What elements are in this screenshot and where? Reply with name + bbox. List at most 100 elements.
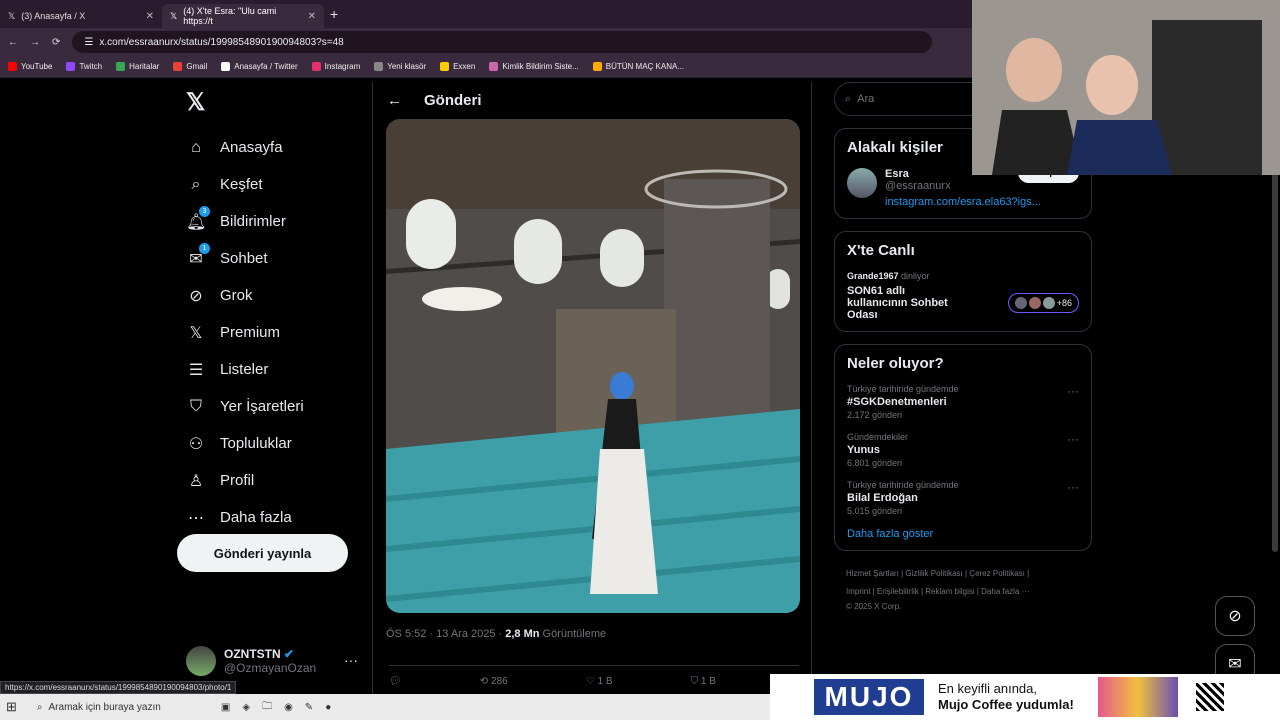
sidebar-item-profile[interactable]: ♙ Profil: [176, 462, 366, 499]
chat-badge: 1: [199, 242, 210, 254]
task-view-icon[interactable]: ▣: [221, 702, 230, 713]
close-icon[interactable]: ✕: [146, 11, 154, 22]
list-icon: ☰: [188, 361, 204, 379]
file-explorer-icon[interactable]: 🗀: [262, 699, 272, 716]
notification-badge: 3: [199, 205, 210, 217]
grok-button[interactable]: ⊘: [1215, 596, 1255, 636]
footer-links: Hizmet Şartları | Gizlilik Politikası | …: [846, 569, 1030, 611]
bookmark-mac[interactable]: BÜTÜN MAÇ KANA...: [592, 62, 684, 71]
x-icon: 𝕏: [189, 324, 203, 342]
page-title: Gönderi: [424, 91, 482, 109]
grok-icon: ⊘: [1228, 608, 1242, 625]
back-arrow-icon[interactable]: ←: [387, 92, 402, 109]
chrome-icon[interactable]: ◉: [284, 702, 293, 713]
sidebar-item-chat[interactable]: ✉ 1 Sohbet: [176, 240, 366, 277]
taskbar-search[interactable]: ⌕ Aramak için buraya yazın: [29, 697, 209, 717]
like-button[interactable]: ♡ 1 B: [586, 676, 613, 687]
account-switcher[interactable]: OZNTSTN ✔ @OzmayanOzan ···: [186, 646, 358, 676]
search-icon: ⌕: [845, 92, 852, 105]
more-icon[interactable]: ···: [1067, 432, 1079, 446]
tab-home[interactable]: 𝕏 (3) Anasayfa / X ✕: [0, 4, 162, 28]
bookmark-twitter[interactable]: Anasayfa / Twitter: [221, 62, 298, 71]
more-icon[interactable]: ···: [1067, 384, 1079, 398]
bookmark-folder[interactable]: Yeni klasör: [374, 62, 426, 71]
bookmark-maps[interactable]: Haritalar: [116, 62, 159, 71]
link-preview: https://x.com/essraanurx/status/19998548…: [0, 681, 237, 694]
sidebar-item-lists[interactable]: ☰ Listeler: [176, 351, 366, 388]
close-icon[interactable]: ✕: [308, 11, 316, 22]
trend-item[interactable]: Türkiye tarihinde gündemde #SGKDenetmenle…: [847, 384, 1079, 420]
grok-icon: ⊘: [189, 287, 203, 305]
tab-post[interactable]: 𝕏 (4) X'te Esra: "Ulu cami https://t ✕: [162, 4, 324, 28]
bookmark-gmail[interactable]: Gmail: [173, 62, 207, 71]
post-column: ← Gönderi ÖS 5:52 · 13 Ara 2025 · 2,8 Mn…: [372, 82, 812, 694]
post-actions: 💬︎ ⟲ 286 ♡ 1 B ⛉ 1 B ↑: [389, 665, 799, 687]
post-header: ← Gönderi: [373, 82, 811, 118]
people-icon: ⚇: [188, 435, 204, 453]
sidebar-item-explore[interactable]: ⌕ Keşfet: [176, 166, 366, 203]
bookmark-icon: ⛉: [189, 397, 202, 415]
new-tab-button[interactable]: +: [330, 6, 338, 22]
avatar[interactable]: [847, 168, 877, 198]
x-icon: 𝕏: [170, 10, 178, 21]
bookmark-instagram[interactable]: Instagram: [311, 62, 360, 71]
webcam-overlay: [972, 0, 1280, 175]
live-room[interactable]: SON61 adlı kullanıcının Sohbet Odası +86: [847, 285, 1079, 321]
bookmark-youtube[interactable]: YouTube: [8, 62, 52, 71]
retweet-button[interactable]: ⟲ 286: [480, 676, 508, 687]
bookmark-icon: ⛉: [690, 676, 699, 687]
product-image: [1097, 677, 1178, 717]
reply-icon[interactable]: 💬︎: [389, 676, 402, 687]
bookmark-kimlik[interactable]: Kimlik Bildirim Siste...: [489, 62, 579, 71]
more-icon: ⋯: [188, 509, 204, 527]
app-icon[interactable]: ✎: [305, 702, 313, 713]
mosque-interior-image: [386, 119, 800, 613]
more-icon[interactable]: ···: [344, 652, 358, 668]
show-more-link[interactable]: Daha fazla göster: [847, 528, 1079, 540]
sponsor-banner: MUJO En keyifli anında, Mujo Coffee yudu…: [770, 674, 1280, 720]
listeners-badge: +86: [1007, 293, 1079, 313]
x-icon: 𝕏: [8, 10, 16, 21]
sidebar-item-grok[interactable]: ⊘ Grok: [176, 277, 366, 314]
copilot-icon[interactable]: ◈: [242, 702, 250, 713]
sidebar-item-home[interactable]: ⌂ Anasayfa: [176, 129, 366, 166]
mail-icon: ✉: [1228, 656, 1242, 673]
search-icon: ⌕: [36, 701, 43, 713]
obs-icon[interactable]: ●: [325, 702, 331, 713]
qr-code-icon: [1195, 683, 1224, 711]
sidebar-item-notifications[interactable]: 🔔︎ 3 Bildirimler: [176, 203, 366, 240]
trend-item[interactable]: Türkiye tarihinde gündemde Bilal Erdoğan 5…: [847, 480, 1079, 516]
verified-icon: ✔: [284, 647, 295, 661]
trends-card: Neler oluyor? Türkiye tarihinde gündemde…: [834, 344, 1092, 551]
retweet-icon: ⟲: [479, 676, 489, 687]
brand-logo: MUJO: [814, 679, 924, 715]
live-card: X'te Canlı Grande1967 dinliyor SON61 adl…: [834, 231, 1092, 332]
more-icon[interactable]: ···: [1067, 480, 1079, 494]
sidebar-item-premium[interactable]: 𝕏 Premium: [176, 314, 366, 351]
profile-link[interactable]: instagram.com/esra.ela63?igs...: [885, 196, 1041, 208]
post-photo[interactable]: [386, 119, 800, 613]
url-field[interactable]: ☰ x.com/essraanurx/status/199985489019009…: [72, 31, 933, 53]
search-icon: ⌕: [191, 175, 201, 193]
forward-icon[interactable]: →: [30, 37, 40, 48]
sidebar-item-bookmarks[interactable]: ⛉ Yer İşaretleri: [176, 388, 366, 425]
person-icon: ♙: [188, 472, 204, 490]
x-logo-icon[interactable]: 𝕏: [186, 88, 366, 117]
bookmark-exxen[interactable]: Exxen: [440, 62, 475, 71]
post-meta: ÖS 5:52 · 13 Ara 2025 · 2,8 Mn Görüntüle…: [386, 628, 607, 640]
mail-icon: ✉ 1: [186, 242, 210, 269]
bookmark-twitch[interactable]: Twitch: [66, 62, 102, 71]
ad-slogan: En keyifli anında, Mujo Coffee yudumla!: [938, 681, 1074, 712]
bookmark-button[interactable]: ⛉ 1 B: [691, 676, 716, 687]
trend-item[interactable]: Gündemdekiler Yunus 6.801 gönderi ···: [847, 432, 1079, 468]
post-button[interactable]: Gönderi yayınla: [177, 534, 348, 572]
sidebar-nav: 𝕏 ⌂ Anasayfa ⌕ Keşfet 🔔︎ 3 Bildirimler ✉ 1 Soh…: [176, 82, 366, 536]
back-icon[interactable]: ←: [8, 37, 18, 48]
windows-start-icon[interactable]: ⊞: [6, 699, 17, 715]
site-info-icon[interactable]: ☰: [84, 37, 93, 48]
sidebar-item-communities[interactable]: ⚇ Topluluklar: [176, 425, 366, 462]
sidebar-item-more[interactable]: ⋯ Daha fazla: [176, 499, 366, 536]
webcam-image: [972, 0, 1280, 175]
bell-icon: 🔔︎ 3: [186, 205, 210, 232]
reload-icon[interactable]: ⟳: [52, 37, 60, 48]
